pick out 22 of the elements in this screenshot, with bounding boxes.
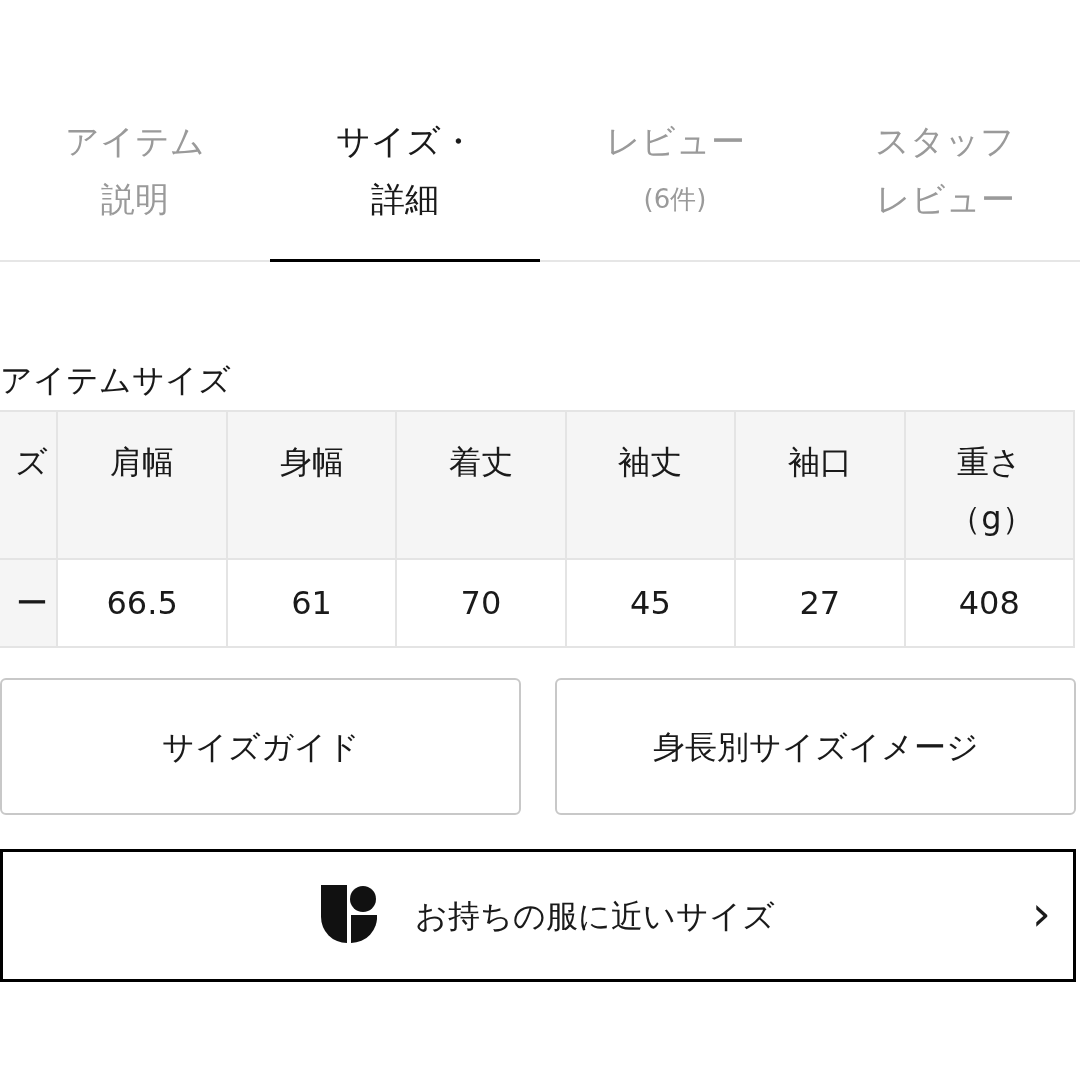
column-header: 着丈 bbox=[448, 442, 513, 483]
similar-size-button[interactable]: お持ちの服に近いサイズ › bbox=[0, 849, 1076, 982]
column-header: ズ bbox=[15, 442, 49, 483]
table-cell: 61 bbox=[226, 559, 397, 647]
column-header: 重さ（g） bbox=[949, 442, 1030, 539]
tab[interactable]: サイズ・ 詳細 bbox=[270, 100, 540, 262]
column-header: 袖丈 bbox=[618, 442, 683, 483]
size-button[interactable]: サイズガイド bbox=[0, 678, 521, 815]
table-cell: 408 bbox=[904, 559, 1074, 647]
table-cell: 70 bbox=[396, 559, 566, 647]
logo-icon bbox=[321, 885, 377, 943]
column-header: 袖口 bbox=[787, 442, 852, 483]
table-cell: 45 bbox=[565, 559, 736, 647]
table-cell: 66.5 bbox=[57, 559, 227, 647]
table-cell: 27 bbox=[735, 559, 905, 647]
chevron-icon: › bbox=[1031, 888, 1051, 937]
link-label: お持ちの服に近いサイズ bbox=[415, 895, 775, 937]
table-cell: ー bbox=[0, 559, 58, 647]
size-button[interactable]: 身長別サイズイメージ bbox=[555, 678, 1076, 815]
column-header: 肩幅 bbox=[110, 442, 175, 483]
column-header: 身幅 bbox=[279, 442, 344, 483]
section-title: アイテムサイズ bbox=[0, 360, 232, 401]
